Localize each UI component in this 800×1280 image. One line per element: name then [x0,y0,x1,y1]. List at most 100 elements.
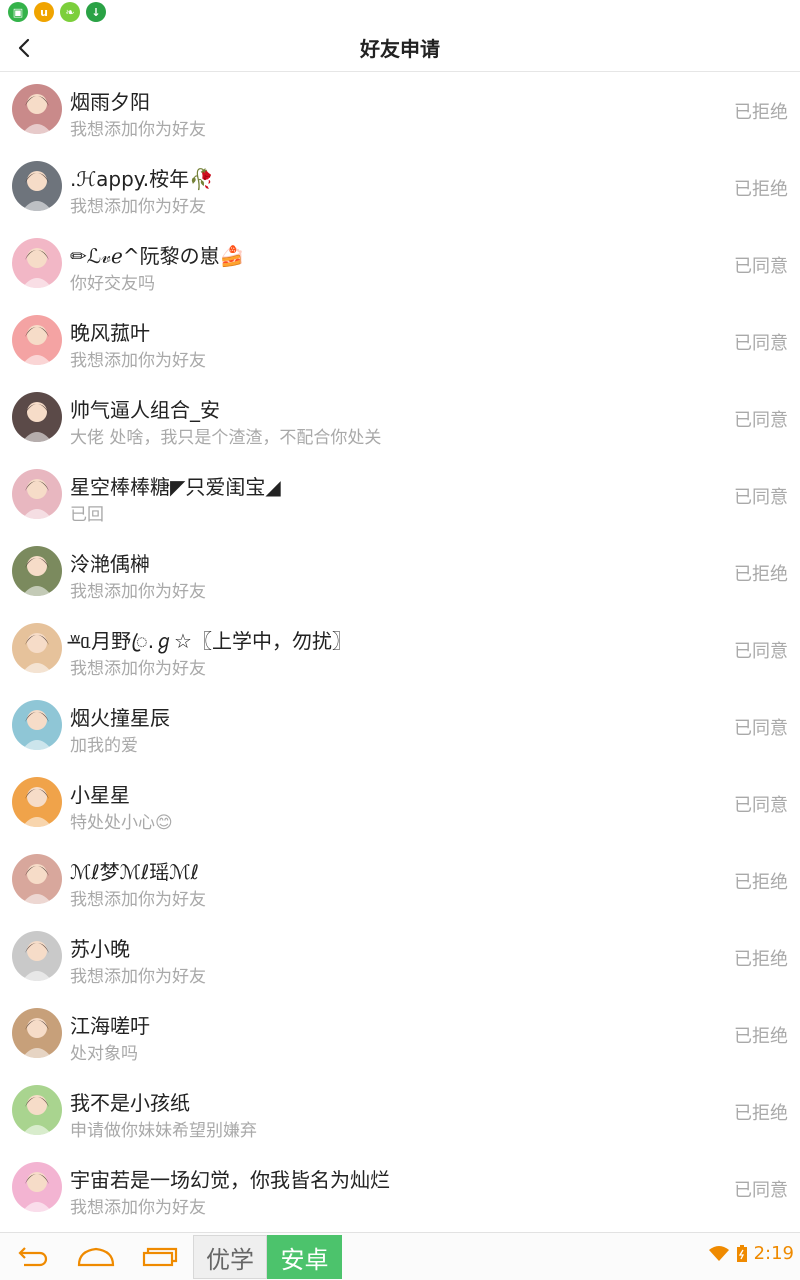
requester-name: 宇宙若是一场幻觉，你我皆名为灿烂 [70,1168,390,1192]
avatar[interactable] [12,546,62,596]
request-message: 我想添加你为好友 [70,967,206,987]
avatar-portrait-icon [12,161,62,211]
avatar[interactable] [12,1008,62,1058]
avatar[interactable] [12,777,62,827]
avatar[interactable] [12,854,62,904]
friend-request-row[interactable]: ℳℓ梦ℳℓ瑶ℳℓ 我想添加你为好友 已拒绝 [0,842,800,919]
requester-name: ⁢.ℋappy.桉年🥀 [70,167,215,191]
request-status: 已同意 [734,487,788,508]
request-status: 已同意 [734,718,788,739]
friend-request-row[interactable]: ʷ̶ᥲ月野ꦿ.ℊ☆〖上学中，勿扰〗 我想添加你为好友 已同意 [0,611,800,688]
request-status: 已拒绝 [734,1026,788,1047]
request-status: 已拒绝 [734,872,788,893]
friend-request-row[interactable]: 我不是小孩纸 申请做你妹妹希望别嫌弃 已拒绝 [0,1073,800,1150]
friend-request-row[interactable]: 帅气逼人组合_安 大佬 处啥，我只是个渣渣，不配合你处关 已同意 [0,380,800,457]
leaf-icon: ❧ [60,2,80,22]
requester-name: ℳℓ梦ℳℓ瑶ℳℓ [70,860,199,884]
request-status: 已同意 [734,795,788,816]
avatar[interactable] [12,1162,62,1212]
system-tray: 2:19 [708,1243,794,1264]
page-title: 好友申请 [360,37,440,61]
avatar-portrait-icon [12,315,62,365]
request-message: 大佬 处啥，我只是个渣渣，不配合你处关 [70,428,382,448]
top-bar: 好友申请 [0,24,800,72]
system-navigation-bar: 优学 安卓 2:19 [0,1232,800,1280]
recent-apps-icon [142,1247,178,1267]
friend-request-row[interactable]: 晚风菰叶 我想添加你为好友 已同意 [0,303,800,380]
request-message: 我想添加你为好友 [70,197,206,217]
u-app-icon: u [34,2,54,22]
ime-youxue-button[interactable]: 优学 [193,1235,267,1279]
avatar-portrait-icon [12,700,62,750]
wifi-icon [708,1245,729,1261]
request-status: 已拒绝 [734,949,788,970]
requester-name: 烟火撞星辰 [70,706,170,730]
avatar-portrait-icon [12,84,62,134]
home-icon [77,1247,115,1267]
avatar-portrait-icon [12,854,62,904]
request-message: 已回 [70,505,104,525]
friend-request-list: 烟雨夕阳 我想添加你为好友 已拒绝 ⁢.ℋappy.桉年🥀 我想添加你为好友 已拒绝 ✏ℒ𝓋… [0,72,800,1232]
requester-name: 星空棒棒糖◤只爱闺宝◢ [70,475,281,499]
friend-request-row[interactable]: 苏小晚我想添加你为好友 已拒绝 [0,919,800,996]
gallery-icon: ▣ [8,2,28,22]
avatar-portrait-icon [12,931,62,981]
request-status: 已拒绝 [734,179,788,200]
request-message: 加我的爱 [70,736,138,756]
avatar[interactable] [12,1085,62,1135]
requester-name: 小星星 [70,783,130,807]
friend-request-row[interactable]: ⁢.ℋappy.桉年🥀 我想添加你为好友 已拒绝 [0,149,800,226]
avatar[interactable] [12,315,62,365]
requester-name: 江海嗟吁 [70,1014,150,1038]
avatar[interactable] [12,700,62,750]
request-message: 我想添加你为好友 [70,1198,206,1218]
request-message: 申请做你妹妹希望别嫌弃 [70,1121,257,1141]
requester-name: 烟雨夕阳 [70,90,150,114]
request-message: 我想添加你为好友 [70,659,206,679]
friend-request-row[interactable]: 烟雨夕阳我想添加你为好友 已拒绝 [0,72,800,149]
avatar[interactable] [12,161,62,211]
avatar-portrait-icon [12,623,62,673]
avatar[interactable] [12,931,62,981]
friend-request-row[interactable]: 泠滟偊榊我想添加你为好友 已拒绝 [0,534,800,611]
request-status: 已同意 [734,410,788,431]
avatar-portrait-icon [12,777,62,827]
avatar-portrait-icon [12,1085,62,1135]
requester-name: ✏ℒ𝓋ℯ^阮黎の崽🍰 [70,244,245,268]
back-button[interactable] [10,34,38,62]
request-message: 我想添加你为好友 [70,351,206,371]
avatar-portrait-icon [12,238,62,288]
back-nav-button[interactable] [12,1243,52,1271]
requester-name: 晚风菰叶 [70,321,150,345]
request-message: 我想添加你为好友 [70,582,206,602]
request-status: 已同意 [734,1180,788,1201]
friend-request-row[interactable]: 烟火撞星辰加我的爱 已同意 [0,688,800,765]
avatar-portrait-icon [12,469,62,519]
home-nav-button[interactable] [76,1243,116,1271]
friend-request-row[interactable]: 小星星特处处小心😊 已同意 [0,765,800,842]
avatar[interactable] [12,84,62,134]
request-status: 已拒绝 [734,564,788,585]
request-message: 特处处小心😊 [70,813,173,833]
avatar-portrait-icon [12,392,62,442]
requester-name: 苏小晚 [70,937,130,961]
avatar[interactable] [12,469,62,519]
request-message: 你好交友吗 [70,274,155,294]
back-arrow-icon [18,1247,48,1267]
chevron-left-icon [18,38,30,58]
clock: 2:19 [753,1243,794,1264]
friend-request-row[interactable]: 宇宙若是一场幻觉，你我皆名为灿烂我想添加你为好友 已同意 [0,1150,800,1227]
download-icon: ↓ [86,2,106,22]
request-message: 我想添加你为好友 [70,120,206,140]
avatar[interactable] [12,623,62,673]
avatar[interactable] [12,238,62,288]
avatar[interactable] [12,392,62,442]
request-status: 已拒绝 [734,102,788,123]
requester-name: 泠滟偊榊 [70,552,150,576]
friend-request-row[interactable]: ✏ℒ𝓋ℯ^阮黎の崽🍰 你好交友吗 已同意 [0,226,800,303]
friend-request-row[interactable]: 江海嗟吁 处对象吗 已拒绝 [0,996,800,1073]
ime-android-button[interactable]: 安卓 [267,1235,342,1279]
avatar-portrait-icon [12,1162,62,1212]
recent-apps-button[interactable] [140,1243,180,1271]
friend-request-row[interactable]: 星空棒棒糖◤只爱闺宝◢ 已回 已同意 [0,457,800,534]
